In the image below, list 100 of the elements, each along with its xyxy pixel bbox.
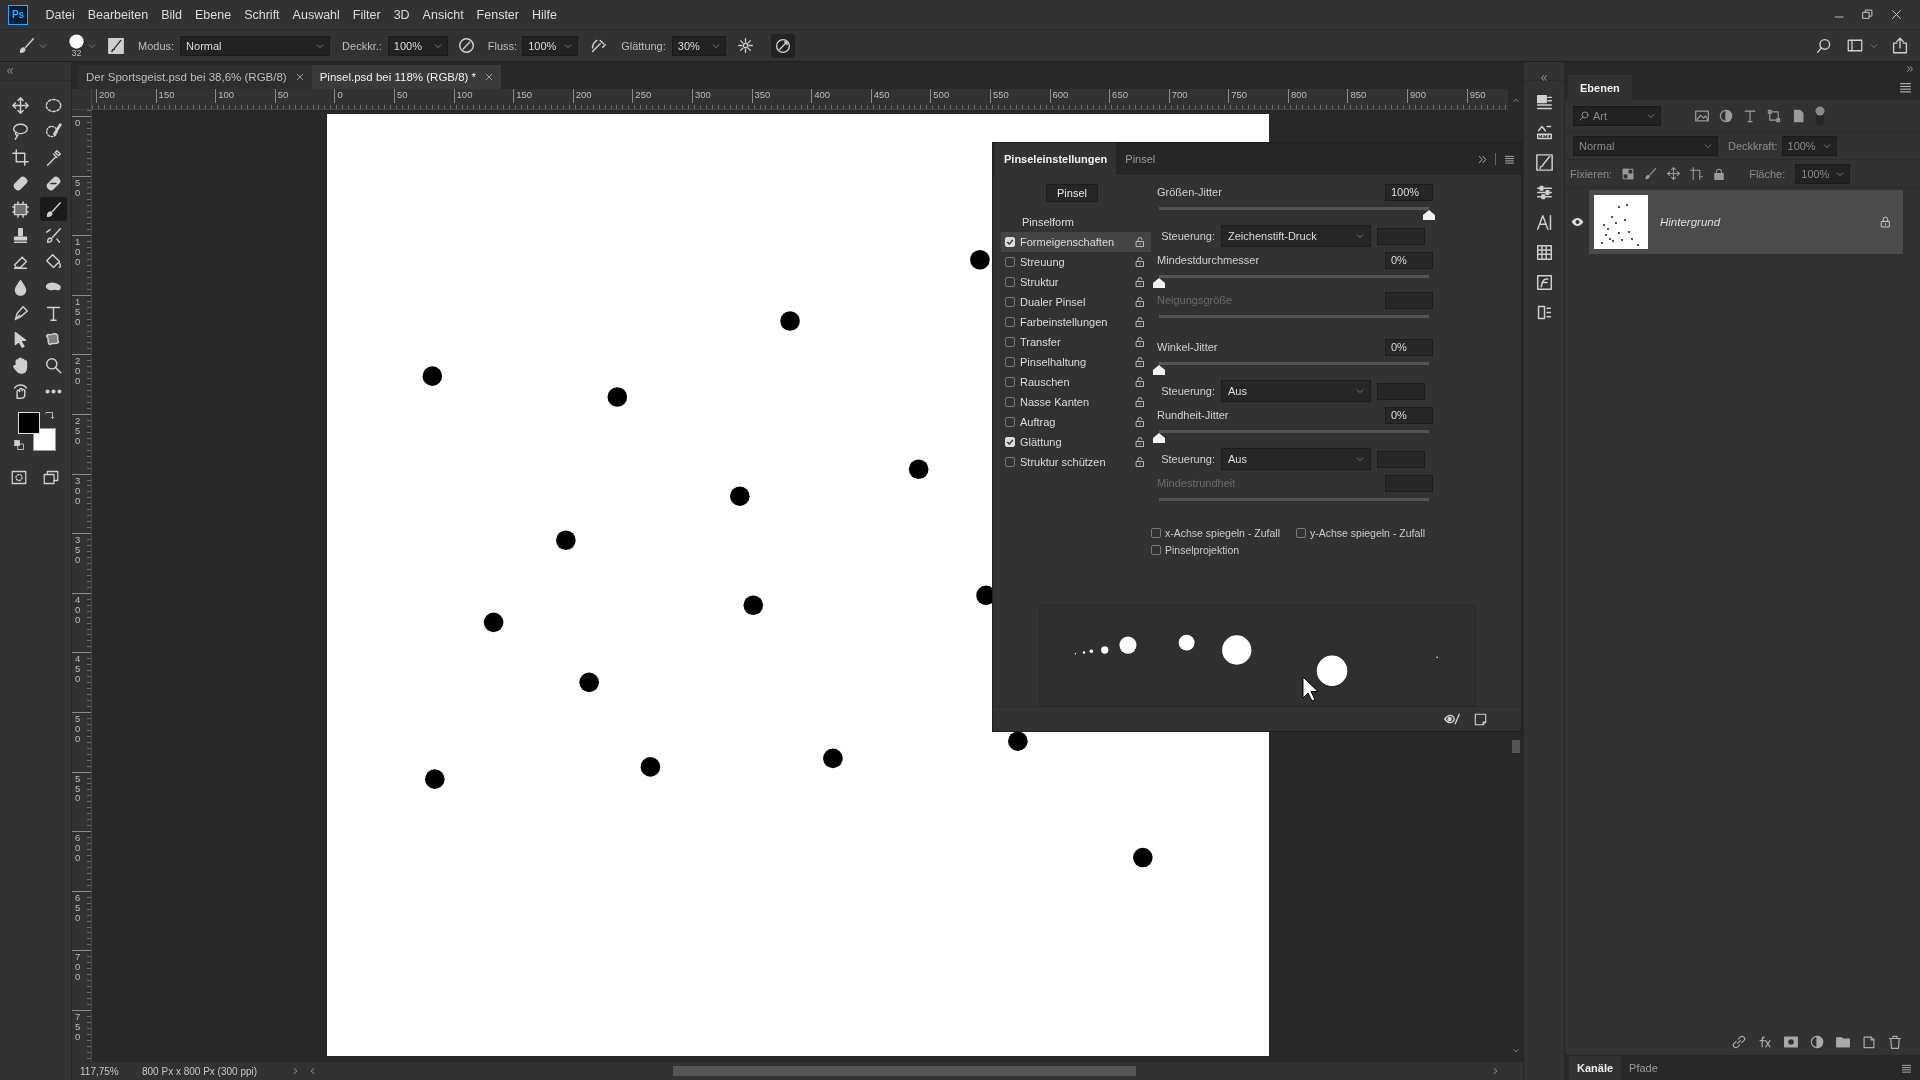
panel-tab[interactable]: Pfade	[1621, 1056, 1666, 1080]
control-dropdown[interactable]: Zeichenstift-Druck	[1221, 225, 1371, 247]
history-icon[interactable]	[1535, 94, 1553, 111]
brush-preset-picker[interactable]: 32	[69, 33, 96, 58]
mixer-brush-icon[interactable]	[45, 226, 62, 244]
glyphs-icon[interactable]	[1535, 274, 1553, 291]
blend-mode-dropdown[interactable]: Normal	[1573, 135, 1718, 156]
expand-panels-icon[interactable]	[1906, 64, 1914, 73]
scroll-down-icon[interactable]	[1511, 1048, 1520, 1054]
adjustment-filter-icon[interactable]	[1719, 108, 1733, 123]
brush-presets-button[interactable]: Pinsel	[1046, 184, 1098, 202]
folder-icon[interactable]	[1836, 1035, 1850, 1049]
default-colors-icon[interactable]	[14, 440, 24, 450]
value-field[interactable]: 0%	[1385, 338, 1433, 356]
toggle-preview-icon[interactable]	[1442, 711, 1462, 727]
zoom-level[interactable]: 117,75%	[72, 1065, 142, 1077]
type-icon[interactable]	[45, 304, 62, 322]
lock-icon[interactable]	[1135, 396, 1145, 408]
zoom-icon[interactable]	[45, 356, 62, 374]
background-color-swatch[interactable]	[33, 428, 56, 451]
value-field[interactable]: 0%	[1385, 406, 1433, 424]
crop-icon[interactable]	[12, 148, 29, 166]
checkbox[interactable]	[1005, 417, 1015, 427]
visibility-eye-icon[interactable]	[1570, 217, 1584, 227]
symmetry-icon[interactable]	[774, 37, 791, 54]
settings-icon[interactable]	[737, 38, 753, 53]
pressure-icon[interactable]	[457, 37, 475, 54]
document-tab[interactable]: Der Sportsgeist.psd bei 38,6% (RGB/8)	[78, 65, 312, 89]
new-preset-icon[interactable]	[1474, 712, 1487, 726]
rotate-view-icon[interactable]	[12, 382, 29, 400]
panel-menu-icon[interactable]	[1504, 154, 1515, 164]
menu-item[interactable]: Hilfe	[525, 7, 564, 22]
lock-icon[interactable]	[1135, 356, 1145, 368]
collapse-icon[interactable]	[1540, 73, 1548, 82]
ellipse-marquee-icon[interactable]	[45, 96, 62, 114]
option-label[interactable]: Pinselprojektion	[1165, 543, 1240, 556]
frame-icon[interactable]	[12, 200, 29, 218]
section-item[interactable]: Formeigenschaften	[1001, 232, 1151, 252]
drop-icon[interactable]	[12, 278, 29, 296]
quick-selection-icon[interactable]	[45, 122, 62, 140]
option-label[interactable]: y-Achse spiegeln - Zufall	[1310, 526, 1425, 539]
control-dropdown[interactable]: Aus	[1221, 380, 1371, 402]
mode-dropdown[interactable]: Normal	[180, 35, 331, 56]
section-item[interactable]: Nasse Kanten	[1001, 392, 1151, 412]
lock-icon[interactable]	[1880, 216, 1891, 228]
hand-icon[interactable]	[12, 356, 29, 374]
workspace-icon[interactable]	[1846, 38, 1864, 53]
close-icon[interactable]	[295, 73, 304, 81]
scroll-up-icon[interactable]	[1511, 96, 1520, 103]
shape-icon[interactable]	[45, 330, 62, 348]
adjustments-icon[interactable]	[1535, 184, 1553, 201]
document-tab[interactable]: Pinsel.psd bei 118% (RGB/8) *	[311, 65, 502, 89]
checkbox[interactable]	[1005, 337, 1015, 347]
section-item[interactable]: Pinselhaltung	[1001, 352, 1151, 372]
lock-icon[interactable]	[1135, 296, 1145, 308]
share-icon[interactable]	[1892, 37, 1908, 54]
menu-item[interactable]: Ansicht	[416, 7, 471, 22]
search-icon[interactable]	[1816, 37, 1832, 54]
type-filter-icon[interactable]	[1743, 108, 1757, 123]
opacity-field[interactable]: 100%	[387, 35, 448, 56]
section-item[interactable]: Struktur	[1001, 272, 1151, 292]
control-dropdown[interactable]: Aus	[1221, 448, 1371, 470]
scrollbar-thumb[interactable]	[1511, 740, 1520, 753]
lock-icon[interactable]	[1135, 236, 1145, 248]
menu-item[interactable]: Schrift	[237, 7, 287, 22]
menu-item[interactable]: Bild	[154, 7, 189, 22]
checkbox[interactable]	[1005, 257, 1015, 267]
lock-pixels-icon[interactable]	[1644, 167, 1658, 180]
menu-item[interactable]: Filter	[346, 7, 388, 22]
opacity-field[interactable]: 100%	[1781, 135, 1837, 156]
menu-item[interactable]: 3D	[387, 7, 417, 22]
panel-menu-icon[interactable]	[1899, 82, 1912, 93]
trash-icon[interactable]	[1888, 1035, 1902, 1049]
brush-panel-icon[interactable]	[108, 37, 124, 54]
table-icon[interactable]	[1535, 244, 1553, 261]
section-item[interactable]: Farbeinstellungen	[1001, 312, 1151, 332]
value-field[interactable]: 100%	[1385, 183, 1433, 201]
lasso-icon[interactable]	[12, 122, 29, 140]
measure-icon[interactable]	[1535, 124, 1553, 141]
adjustment-layer-icon[interactable]	[1810, 1035, 1824, 1049]
lock-icon[interactable]	[1135, 336, 1145, 348]
airbrush-icon[interactable]	[590, 37, 608, 54]
screen-mode-icon[interactable]	[42, 470, 60, 485]
layer-row[interactable]: Hintergrund	[1589, 190, 1903, 254]
brush-icon[interactable]	[45, 200, 62, 218]
pointer-icon[interactable]	[12, 330, 29, 348]
foreground-color-swatch[interactable]	[18, 412, 40, 434]
section-item[interactable]: Auftrag	[1001, 412, 1151, 432]
menu-item[interactable]: Ebene	[188, 7, 238, 22]
lock-icon[interactable]	[1135, 376, 1145, 388]
panel-tab[interactable]: Kanäle	[1569, 1056, 1622, 1080]
section-item[interactable]: Glättung	[1001, 432, 1151, 452]
collapse-icon[interactable]	[6, 67, 14, 75]
menu-item[interactable]: Datei	[39, 7, 82, 22]
smoothing-field[interactable]: 30%	[671, 35, 726, 56]
lock-icon[interactable]	[1135, 416, 1145, 428]
checkbox[interactable]	[1005, 277, 1015, 287]
panel-tab[interactable]: Pinseleinstellungen	[995, 143, 1117, 175]
checkbox[interactable]	[1005, 397, 1015, 407]
paint-bucket-icon[interactable]	[45, 252, 62, 270]
